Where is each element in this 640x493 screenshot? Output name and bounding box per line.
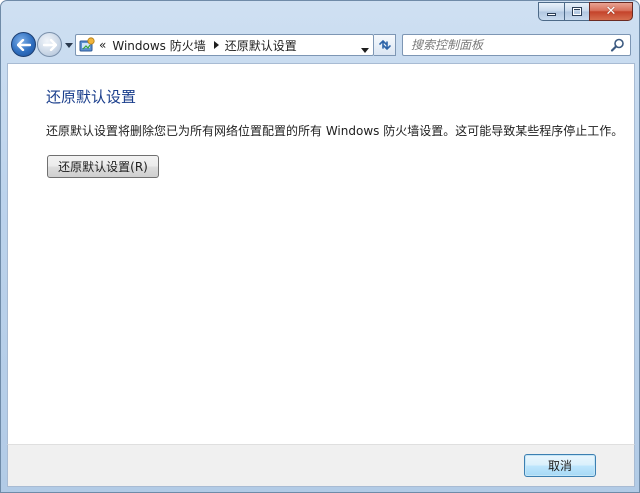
forward-arrow-icon bbox=[42, 38, 57, 51]
breadcrumb-separator-icon[interactable] bbox=[213, 41, 219, 49]
recent-pages-dropdown[interactable] bbox=[64, 41, 73, 49]
forward-button[interactable] bbox=[37, 32, 62, 57]
back-arrow-icon bbox=[16, 38, 31, 51]
control-panel-icon bbox=[79, 37, 95, 52]
caption-buttons: ✕ bbox=[538, 2, 633, 21]
back-button[interactable] bbox=[11, 32, 36, 57]
breadcrumb-windows-firewall[interactable]: Windows 防火墙 bbox=[112, 37, 205, 54]
breadcrumb-restore-defaults[interactable]: 还原默认设置 bbox=[225, 37, 297, 54]
window-frame: ✕ « Windows 防火墙 还原默认设置 搜索控制面板 还原默认设置 还原默… bbox=[0, 0, 640, 493]
cancel-button[interactable]: 取消 bbox=[524, 454, 596, 477]
address-dropdown-icon[interactable] bbox=[361, 42, 369, 56]
maximize-icon bbox=[572, 7, 582, 16]
footer-bar: 取消 bbox=[7, 444, 635, 487]
description-text: 还原默认设置将删除您已为所有网络位置配置的所有 Windows 防火墙设置。这可… bbox=[46, 124, 624, 138]
maximize-button[interactable] bbox=[564, 2, 589, 21]
search-input[interactable] bbox=[403, 36, 610, 54]
search-icon[interactable] bbox=[610, 37, 626, 53]
restore-defaults-button[interactable]: 还原默认设置(R) bbox=[47, 155, 159, 178]
refresh-button[interactable] bbox=[374, 34, 396, 56]
close-icon: ✕ bbox=[605, 4, 617, 19]
breadcrumb-overflow-chevron[interactable]: « bbox=[99, 38, 106, 52]
page-title: 还原默认设置 bbox=[46, 88, 137, 106]
refresh-icon bbox=[378, 39, 391, 51]
chevron-down-icon bbox=[64, 42, 73, 48]
close-button[interactable]: ✕ bbox=[589, 2, 633, 21]
address-bar[interactable]: « Windows 防火墙 还原默认设置 bbox=[75, 34, 374, 56]
content-pane: 还原默认设置 还原默认设置将删除您已为所有网络位置配置的所有 Windows 防… bbox=[7, 63, 635, 444]
minimize-icon bbox=[547, 13, 556, 16]
search-box[interactable] bbox=[402, 34, 631, 56]
minimize-button[interactable] bbox=[538, 2, 564, 21]
